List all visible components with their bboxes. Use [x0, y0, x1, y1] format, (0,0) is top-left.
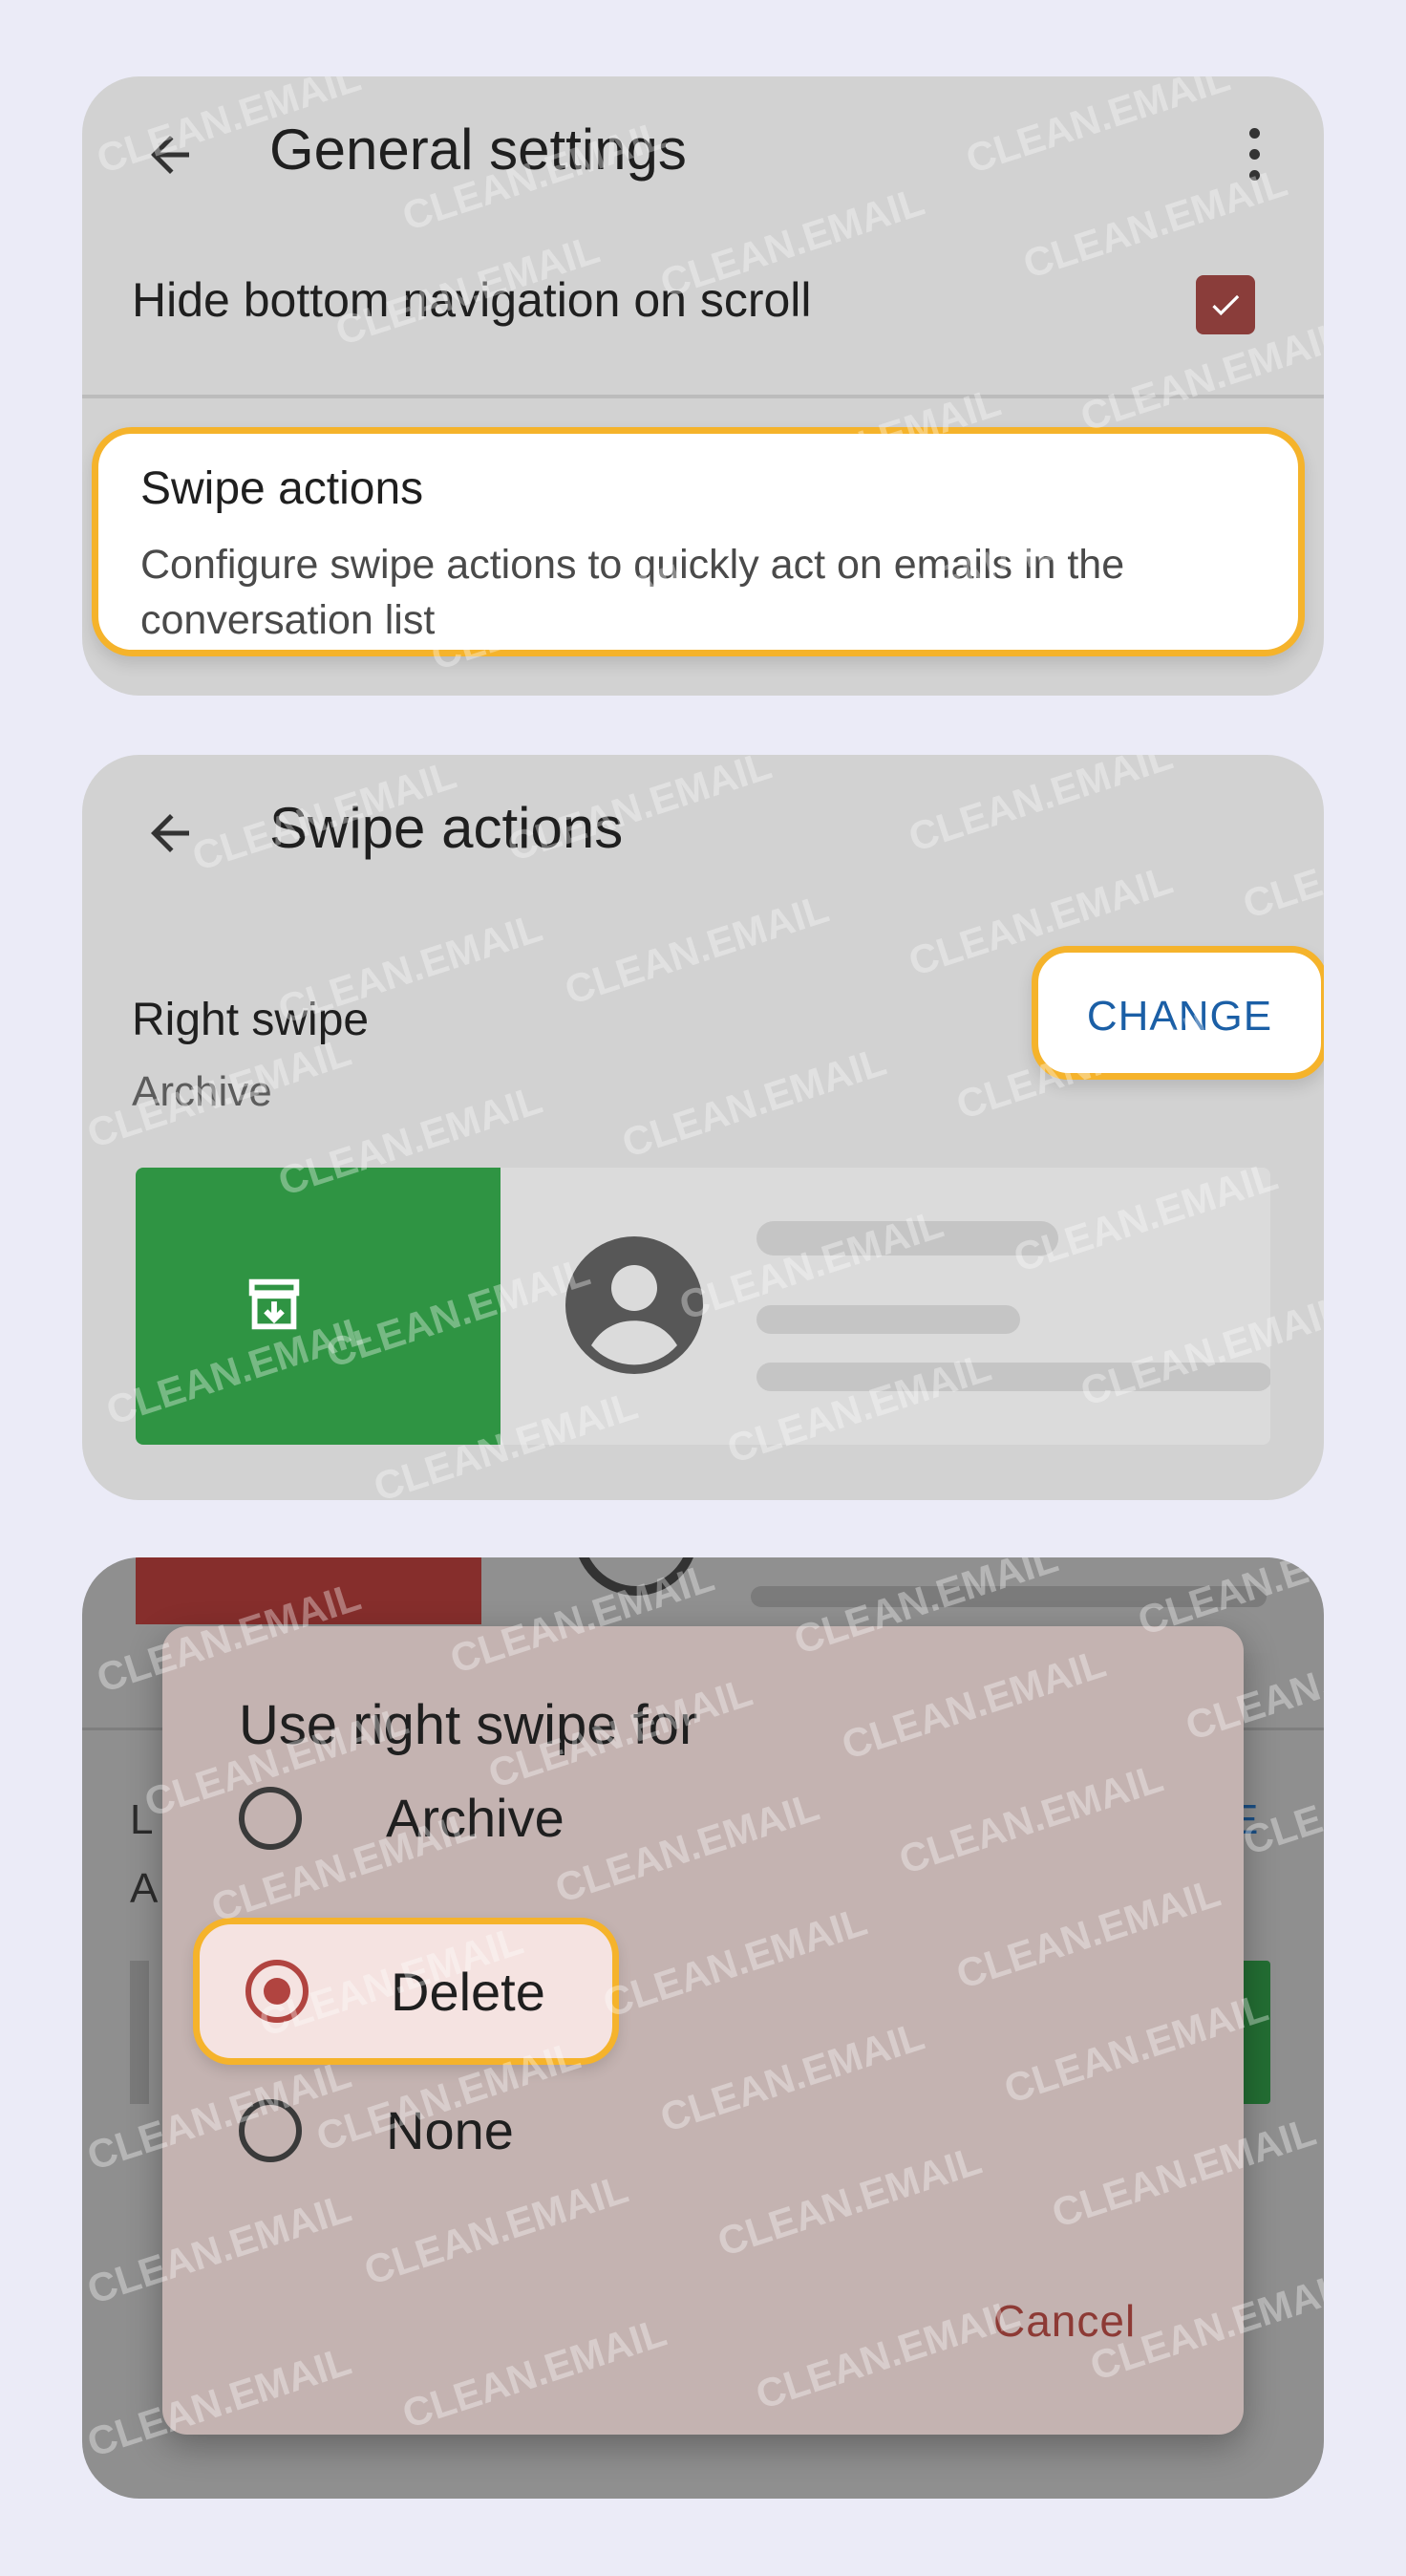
delete-swipe-background — [136, 1557, 481, 1624]
option-none[interactable]: None — [239, 2071, 907, 2185]
page-title: General settings — [269, 118, 687, 182]
right-swipe-label: Right swipe — [132, 995, 370, 1045]
swipe-actions-setting[interactable]: Swipe actions Configure swipe actions to… — [92, 427, 1305, 656]
option-archive[interactable]: Archive — [239, 1758, 907, 1873]
preview-partial — [130, 1961, 149, 2104]
divider — [82, 395, 1324, 398]
general-settings-panel: General settings Hide bottom navigation … — [82, 76, 1324, 696]
placeholder-line — [756, 1305, 1020, 1334]
change-button[interactable]: CHANGE — [1032, 946, 1324, 1080]
radio-unselected[interactable] — [239, 2099, 302, 2162]
option-label: None — [386, 2100, 514, 2160]
placeholder-line — [756, 1363, 1270, 1391]
more-vert-icon[interactable] — [1247, 128, 1261, 182]
watermark: CLEAN.EMAIL — [1237, 799, 1324, 928]
watermark: CLEAN.EMAIL — [903, 755, 1179, 861]
use-right-swipe-dialog: Use right swipe for Archive Delete None … — [162, 1626, 1244, 2435]
right-swipe-dialog-panel: L A E Use right swipe for Archive Delete… — [82, 1557, 1324, 2499]
hide-bottom-nav-checkbox[interactable] — [1196, 275, 1255, 334]
dialog-title: Use right swipe for — [239, 1694, 698, 1756]
swipe-preview — [136, 1168, 1270, 1445]
check-icon — [1212, 294, 1240, 316]
cancel-button[interactable]: Cancel — [993, 2295, 1136, 2347]
back-arrow-icon[interactable] — [141, 805, 199, 862]
swipe-actions-title: Swipe actions — [140, 463, 424, 514]
right-swipe-value: Archive — [132, 1068, 272, 1115]
left-swipe-label-partial: L — [130, 1796, 154, 1843]
account-circle-icon — [565, 1236, 703, 1374]
option-delete[interactable]: Delete — [193, 1918, 619, 2065]
archive-swipe-background — [136, 1168, 501, 1445]
radio-unselected[interactable] — [239, 1787, 302, 1850]
swipe-actions-panel: Swipe actions Right swipe Archive CHANGE… — [82, 755, 1324, 1500]
option-label: Archive — [386, 1788, 565, 1848]
back-arrow-icon[interactable] — [141, 126, 199, 183]
archive-icon — [248, 1278, 300, 1330]
change-button-label: CHANGE — [1086, 993, 1273, 1040]
watermark: CLEAN.EMAIL — [559, 885, 835, 1014]
placeholder-line — [751, 1586, 1267, 1607]
app-bar: General settings — [82, 76, 1324, 229]
hide-bottom-nav-label: Hide bottom navigation on scroll — [132, 273, 812, 327]
radio-selected[interactable] — [245, 1960, 309, 2023]
swipe-actions-description: Configure swipe actions to quickly act o… — [140, 542, 1125, 643]
placeholder-line — [756, 1221, 1058, 1256]
option-label: Delete — [391, 1962, 545, 2022]
watermark: CLEAN.EMAIL — [616, 1038, 892, 1167]
page-title: Swipe actions — [269, 796, 624, 860]
left-swipe-value-partial: A — [130, 1865, 159, 1912]
